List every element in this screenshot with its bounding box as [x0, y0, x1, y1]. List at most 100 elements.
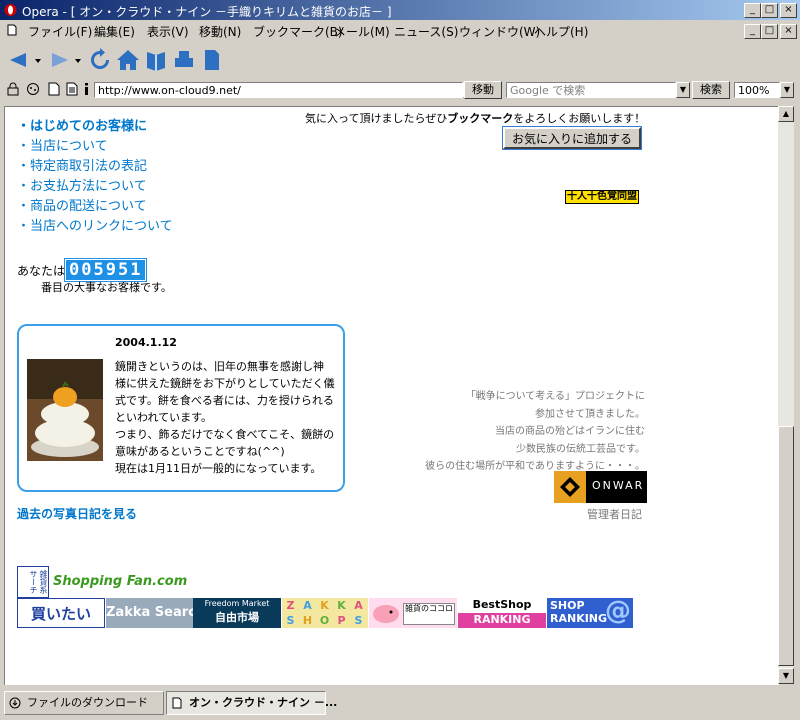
- menu-bookmarks[interactable]: ブックマーク(B): [253, 23, 343, 40]
- onwar-logo-icon: [554, 471, 586, 503]
- nav-link-policy[interactable]: ・当店へのリンクについて: [17, 215, 173, 234]
- shop-ranking-bottom: RANKING: [550, 612, 608, 625]
- tab-current-page[interactable]: オン・クラウド・ナイン －...: [166, 691, 337, 715]
- zakka-shops-letter: P: [337, 614, 346, 627]
- hotlist-icon[interactable]: [144, 48, 168, 72]
- go-button[interactable]: 移動: [464, 81, 502, 99]
- admin-diary-link[interactable]: 管理者日記: [587, 506, 642, 522]
- zakka-search-banner[interactable]: Zakka Search: [106, 598, 193, 628]
- download-icon: [9, 697, 21, 709]
- past-diary-link[interactable]: 過去の写真日記を見る: [17, 505, 137, 522]
- opera-logo-icon[interactable]: [3, 3, 18, 17]
- zakka-shops-letter: S: [354, 614, 363, 627]
- menu-edit[interactable]: 編集(E): [94, 23, 135, 40]
- diary-line: 鏡開きというのは、旧年の無事を感謝し神: [115, 360, 324, 373]
- add-favorite-button[interactable]: お気に入りに追加する: [503, 127, 641, 149]
- menu-help[interactable]: ヘルプ(H): [534, 23, 588, 40]
- onwar-banner[interactable]: ONWAR: [554, 471, 647, 503]
- diary-line: つまり、飾るだけでなく食べてこそ、鏡餅の: [115, 428, 335, 441]
- zakka-search-small-banner[interactable]: 雑貨系サーチ: [17, 566, 49, 598]
- url-input[interactable]: http://www.on-cloud9.net/: [94, 82, 463, 98]
- mdi-close-button[interactable]: ×: [780, 24, 797, 39]
- toolbar: [0, 42, 800, 78]
- zoom-field[interactable]: 100%: [734, 82, 780, 98]
- cookie-icon[interactable]: [26, 82, 40, 96]
- zakka-kokoro-banner[interactable]: 雑貨のココロ: [369, 598, 457, 628]
- zakka-shops-letter: K: [337, 599, 346, 612]
- back-dropdown-icon[interactable]: [34, 48, 42, 72]
- war-project-line: 当店の商品の殆どはイランに住む: [495, 426, 645, 437]
- nav-payment[interactable]: ・お支払方法について: [17, 175, 147, 194]
- scroll-up-arrow-icon[interactable]: ▲: [778, 106, 794, 122]
- forward-icon[interactable]: [48, 48, 72, 72]
- war-project-line: 「戦争について考える」プロジェクトに: [465, 391, 645, 402]
- page-tab-icon: [172, 697, 182, 709]
- menu-window[interactable]: ウィンドウ(W): [459, 23, 540, 40]
- diary-text: 鏡開きというのは、旧年の無事を感謝し神 様に供えた鏡餅をお下がりとしていただく儀…: [115, 358, 335, 477]
- war-project-text: 「戦争について考える」プロジェクトに 参加させて頂きました。 当店の商品の殆どは…: [405, 388, 645, 476]
- search-button[interactable]: 検索: [692, 81, 730, 99]
- diary-line: 意味があるということですね(^^): [115, 445, 285, 458]
- tab-download-label: ファイルのダウンロード: [27, 696, 148, 709]
- onwar-label: ONWAR: [592, 479, 645, 492]
- zoom-dropdown-icon[interactable]: ▼: [780, 82, 794, 98]
- nav-first-time[interactable]: ・はじめてのお客様に: [17, 115, 147, 134]
- bestshop-ranking-banner[interactable]: BestShop RANKING: [458, 598, 546, 628]
- tab-current-page-label: オン・クラウド・ナイン －...: [189, 696, 338, 709]
- zakka-shops-letter: O: [319, 614, 330, 627]
- scroll-down-arrow-icon[interactable]: ▼: [778, 668, 794, 684]
- search-engine-dropdown-icon[interactable]: ▼: [676, 82, 690, 98]
- minimize-button[interactable]: _: [744, 3, 761, 18]
- blank-page-icon[interactable]: [48, 82, 60, 96]
- shop-ranking-banner[interactable]: SHOP RANKING @: [547, 598, 633, 628]
- reload-icon[interactable]: [88, 48, 112, 72]
- forward-dropdown-icon[interactable]: [74, 48, 82, 72]
- info-icon[interactable]: [82, 82, 92, 96]
- shopping-fan-banner[interactable]: Shopping Fan.com: [53, 567, 189, 597]
- freedom-market-top: Freedom Market: [204, 599, 270, 608]
- war-project-line: 少数民族の伝統工芸品です。: [516, 443, 645, 455]
- window-title: Opera - [ オン・クラウド・ナイン －手織りキリムと雑貨のお店－ ]: [22, 5, 392, 19]
- menu-mail[interactable]: メール(M): [334, 23, 390, 40]
- address-bar: http://www.on-cloud9.net/ ▼ 移動 Google で検…: [0, 79, 800, 101]
- security-lock-icon[interactable]: [6, 82, 20, 96]
- zakka-shops-banner[interactable]: Z A K K A S H O P S: [282, 598, 368, 628]
- print-icon[interactable]: [172, 48, 196, 72]
- home-icon[interactable]: [116, 48, 140, 72]
- visitor-counter: あなたは 005951: [17, 258, 148, 282]
- scroll-thumb[interactable]: [778, 426, 794, 666]
- mdi-restore-button[interactable]: □: [761, 24, 778, 39]
- kaiitai-banner[interactable]: 買いたい: [17, 598, 105, 628]
- menu-navigate[interactable]: 移動(N): [199, 23, 241, 40]
- bookmark-notice-post: をよろしくお願いします！: [513, 112, 646, 125]
- zakka-shops-letter: A: [303, 599, 312, 612]
- kagami-mochi-image: [27, 359, 103, 461]
- photo-diary-card: 2004.1.12 鏡開きというのは、旧年の無事を感謝し神 様に供えた鏡餅をお下…: [17, 324, 345, 492]
- bookmark-notice: 気に入って頂けましたらぜひブックマークをよろしくお願いします！: [305, 110, 645, 126]
- vertical-scrollbar[interactable]: ▲ ▼: [778, 106, 794, 684]
- back-icon[interactable]: [6, 48, 30, 72]
- title-bar[interactable]: Opera - [ オン・クラウド・ナイン －手織りキリムと雑貨のお店－ ] _…: [0, 0, 800, 20]
- diary-line: といわれています。: [115, 411, 213, 424]
- nav-legal[interactable]: ・特定商取引法の表記: [17, 155, 147, 174]
- search-input[interactable]: Google で検索: [506, 82, 676, 98]
- tab-download[interactable]: ファイルのダウンロード: [4, 691, 164, 715]
- alliance-badge[interactable]: 十人十色覚同盟: [565, 190, 639, 204]
- bestshop-bottom: RANKING: [473, 613, 531, 626]
- document-icon[interactable]: [200, 48, 224, 72]
- diary-line: 様に供えた鏡餅をお下がりとしていただく儀: [115, 377, 335, 390]
- freedom-market-banner[interactable]: Freedom Market 自由市場: [193, 598, 281, 628]
- visitor-count: 005951: [64, 258, 148, 282]
- menu-file[interactable]: ファイル(F): [28, 23, 92, 40]
- maximize-button[interactable]: □: [761, 3, 778, 18]
- document-page-icon[interactable]: [66, 82, 78, 96]
- bookmark-notice-pre: 気に入って頂けましたらぜひ: [305, 112, 448, 125]
- menu-view[interactable]: 表示(V): [147, 23, 189, 40]
- close-button[interactable]: ×: [780, 3, 797, 18]
- zakka-shops-letter: Z: [286, 599, 295, 612]
- nav-about[interactable]: ・当店について: [17, 135, 108, 154]
- menu-news[interactable]: ニュース(S): [394, 23, 458, 40]
- shop-ranking-at: @: [605, 598, 631, 626]
- nav-shipping[interactable]: ・商品の配送について: [17, 195, 147, 214]
- mdi-minimize-button[interactable]: _: [744, 24, 761, 39]
